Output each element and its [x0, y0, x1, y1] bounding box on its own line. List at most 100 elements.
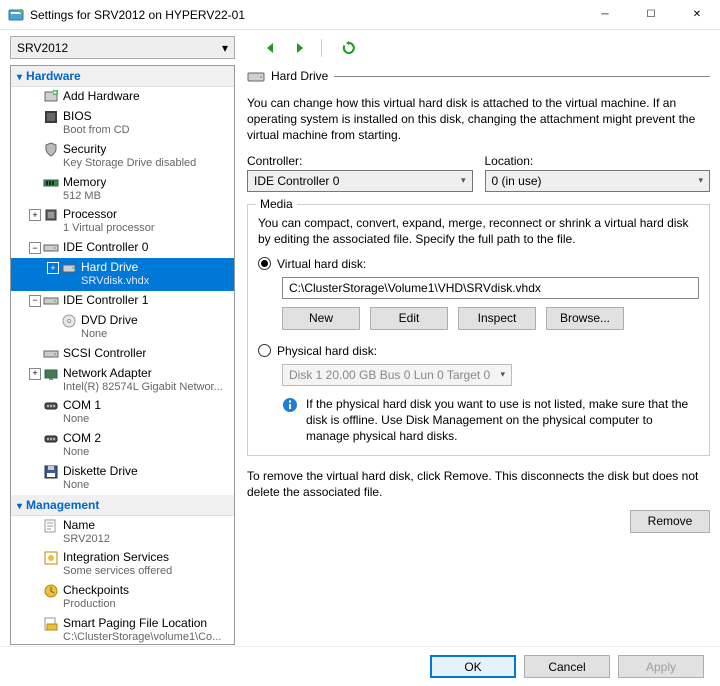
radio-icon — [258, 344, 271, 357]
edit-button[interactable]: Edit — [370, 307, 448, 330]
location-label: Location: — [485, 154, 711, 168]
tree-item-icon — [43, 583, 59, 599]
tree-item-network-adapter[interactable]: +Network AdapterIntel(R) 82574L Gigabit … — [11, 364, 234, 397]
tree-item-icon — [43, 464, 59, 480]
physical-radio-label: Physical hard disk: — [277, 344, 377, 358]
tree-item-integration-services[interactable]: Integration ServicesSome services offere… — [11, 548, 234, 581]
tree-item-label: IDE Controller 1 — [63, 293, 148, 308]
tree-item-icon — [61, 260, 77, 276]
vm-selector[interactable]: SRV2012 ▾ — [10, 36, 235, 59]
settings-tree[interactable]: ▾Hardware Add HardwareBIOSBoot from CDSe… — [10, 65, 235, 645]
inspect-button[interactable]: Inspect — [458, 307, 536, 330]
tree-item-label: DVD Drive — [81, 313, 138, 328]
tree-item-sublabel: 512 MB — [63, 190, 106, 204]
apply-button: Apply — [618, 655, 704, 678]
cancel-button[interactable]: Cancel — [524, 655, 610, 678]
tree-item-sublabel: None — [81, 328, 138, 342]
tree-item-icon — [43, 518, 59, 534]
radio-icon — [258, 257, 271, 270]
minimize-button[interactable]: ─ — [582, 0, 628, 30]
tree-item-icon — [43, 346, 59, 362]
nav-forward-button[interactable] — [289, 38, 309, 58]
tree-item-sublabel: C:\ClusterStorage\volume1\Co... — [63, 631, 221, 645]
tree-item-icon — [43, 550, 59, 566]
tree-item-sublabel: SRVdisk.vhdx — [81, 275, 149, 289]
media-intro: You can compact, convert, expand, merge,… — [258, 215, 699, 247]
tree-item-hard-drive[interactable]: +Hard DriveSRVdisk.vhdx — [11, 258, 234, 291]
detail-intro: You can change how this virtual hard dis… — [247, 95, 710, 144]
remove-button[interactable]: Remove — [630, 510, 710, 533]
tree-item-icon — [43, 175, 59, 191]
tree-item-sublabel: Intel(R) 82574L Gigabit Networ... — [63, 381, 223, 395]
tree-item-label: Smart Paging File Location — [63, 616, 221, 631]
tree-item-icon — [43, 431, 59, 447]
tree-item-checkpoints[interactable]: CheckpointsProduction — [11, 581, 234, 614]
tree-item-icon — [43, 142, 59, 158]
tree-item-icon — [43, 109, 59, 125]
tree-item-memory[interactable]: Memory512 MB — [11, 173, 234, 206]
tree-item-label: Processor — [63, 207, 155, 222]
dialog-footer: OK Cancel Apply — [0, 646, 720, 686]
tree-item-com-1[interactable]: COM 1None — [11, 396, 234, 429]
location-select[interactable]: 0 (in use)▾ — [485, 170, 711, 192]
tree-item-scsi-controller[interactable]: SCSI Controller — [11, 344, 234, 364]
tree-item-label: Integration Services — [63, 550, 172, 565]
ok-button[interactable]: OK — [430, 655, 516, 678]
app-icon — [8, 7, 24, 23]
info-icon — [282, 397, 298, 413]
tree-item-bios[interactable]: BIOSBoot from CD — [11, 107, 234, 140]
tree-item-label: BIOS — [63, 109, 130, 124]
tree-item-icon — [43, 293, 59, 309]
detail-title: Hard Drive — [271, 69, 328, 83]
tree-item-icon — [43, 398, 59, 414]
tree-item-sublabel: None — [63, 479, 138, 493]
hard-drive-icon — [247, 69, 265, 83]
tree-item-label: IDE Controller 0 — [63, 240, 148, 255]
physical-disk-select: Disk 1 20.00 GB Bus 0 Lun 0 Target 0▾ — [282, 364, 512, 386]
tree-item-label: SCSI Controller — [63, 346, 146, 361]
nav-back-button[interactable] — [261, 38, 281, 58]
tree-item-label: Name — [63, 518, 110, 533]
chevron-down-icon: ▾ — [222, 41, 228, 55]
tree-item-ide-controller-1[interactable]: −IDE Controller 1 — [11, 291, 234, 311]
new-button[interactable]: New — [282, 307, 360, 330]
vhd-path-input[interactable]: C:\ClusterStorage\Volume1\VHD\SRVdisk.vh… — [282, 277, 699, 299]
tree-item-label: COM 1 — [63, 398, 101, 413]
vhd-radio-row[interactable]: Virtual hard disk: — [258, 257, 699, 271]
tree-item-com-2[interactable]: COM 2None — [11, 429, 234, 462]
controller-select[interactable]: IDE Controller 0▾ — [247, 170, 473, 192]
tree-item-add-hardware[interactable]: Add Hardware — [11, 87, 234, 107]
hardware-section-header: ▾Hardware — [11, 66, 234, 87]
toolbar: SRV2012 ▾ — [0, 30, 720, 65]
tree-item-label: Diskette Drive — [63, 464, 138, 479]
tree-item-label: Network Adapter — [63, 366, 223, 381]
media-fieldset: Media You can compact, convert, expand, … — [247, 204, 710, 456]
tree-item-sublabel: Boot from CD — [63, 124, 130, 138]
tree-item-icon — [43, 366, 59, 382]
tree-item-ide-controller-0[interactable]: −IDE Controller 0 — [11, 238, 234, 258]
tree-item-smart-paging-file-location[interactable]: Smart Paging File LocationC:\ClusterStor… — [11, 614, 234, 645]
close-button[interactable]: ✕ — [674, 0, 720, 30]
maximize-button[interactable]: ☐ — [628, 0, 674, 30]
tree-item-label: Checkpoints — [63, 583, 129, 598]
detail-pane: Hard Drive You can change how this virtu… — [247, 65, 710, 645]
controller-label: Controller: — [247, 154, 473, 168]
tree-item-processor[interactable]: +Processor1 Virtual processor — [11, 205, 234, 238]
tree-item-name[interactable]: NameSRV2012 — [11, 516, 234, 549]
tree-item-sublabel: Key Storage Drive disabled — [63, 157, 196, 171]
physical-radio-row[interactable]: Physical hard disk: — [258, 344, 699, 358]
tree-item-dvd-drive[interactable]: DVD DriveNone — [11, 311, 234, 344]
tree-item-security[interactable]: SecurityKey Storage Drive disabled — [11, 140, 234, 173]
tree-item-icon — [61, 313, 77, 329]
tree-item-diskette-drive[interactable]: Diskette DriveNone — [11, 462, 234, 495]
tree-item-icon — [43, 89, 59, 105]
media-legend: Media — [256, 197, 297, 211]
tree-item-icon — [43, 240, 59, 256]
tree-item-label: Add Hardware — [63, 89, 140, 104]
tree-item-sublabel: None — [63, 446, 101, 460]
vm-selector-value: SRV2012 — [17, 41, 68, 55]
browse-button[interactable]: Browse... — [546, 307, 624, 330]
tree-item-label: COM 2 — [63, 431, 101, 446]
refresh-button[interactable] — [339, 38, 359, 58]
tree-item-icon — [43, 207, 59, 223]
